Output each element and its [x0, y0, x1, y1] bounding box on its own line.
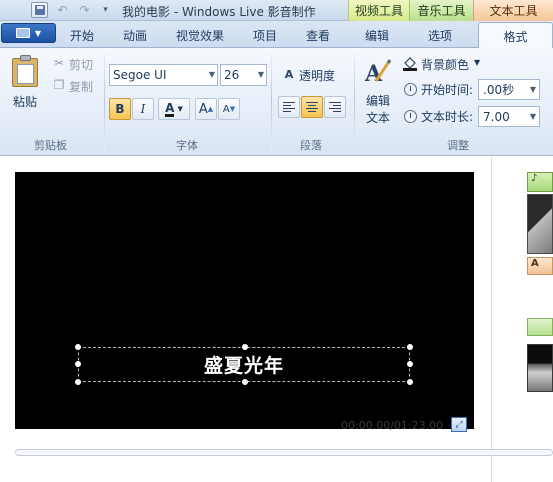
transparency-icon: A: [284, 67, 294, 81]
align-center-button[interactable]: [301, 96, 323, 118]
menu-icon: [15, 28, 30, 38]
customize-toolbar-icon[interactable]: ▾: [97, 2, 114, 18]
resize-handle[interactable]: [75, 379, 81, 385]
background-color-button[interactable]: 背景颜色: [421, 56, 469, 73]
video-preview[interactable]: 盛夏光年: [15, 172, 474, 429]
copy-button[interactable]: 复制: [69, 78, 93, 95]
duration-clock-icon: [404, 110, 417, 123]
resize-handle[interactable]: [407, 379, 413, 385]
cut-button[interactable]: 剪切: [69, 56, 93, 73]
edit-text-label-line1[interactable]: 编辑: [366, 92, 390, 109]
tab-view[interactable]: 查看: [306, 27, 330, 44]
context-tab-text-tools[interactable]: 文本工具: [473, 0, 553, 21]
application-menu-button[interactable]: ▼: [1, 23, 56, 43]
tab-options[interactable]: 选项: [428, 27, 452, 44]
resize-handle[interactable]: [75, 344, 81, 350]
group-divider: [271, 54, 272, 150]
edit-text-label-line2[interactable]: 文本: [366, 109, 390, 126]
fullscreen-preview-icon[interactable]: ⤢: [451, 417, 467, 432]
resize-handle[interactable]: [407, 344, 413, 350]
start-time-value: .00秒: [483, 83, 515, 97]
ribbon-panel: 粘贴 ✂ 剪切 ❐ 复制 剪贴板 Segoe UI ▼ 26 ▼ B I A ▼…: [0, 48, 553, 156]
storyboard-clip-thumbnail-2[interactable]: [527, 344, 553, 392]
chevron-down-icon: ▼: [208, 70, 215, 79]
grow-font-icon: A: [198, 101, 208, 117]
paste-button-label[interactable]: 粘贴: [13, 93, 37, 110]
caption-text-box[interactable]: 盛夏光年: [78, 347, 410, 382]
font-size-value: 26: [224, 68, 240, 82]
tab-project[interactable]: 项目: [253, 27, 277, 44]
chevron-down-icon: ▼: [34, 28, 42, 38]
horizontal-scrollbar[interactable]: [15, 449, 553, 456]
edit-text-icon[interactable]: A: [364, 57, 392, 85]
paint-bucket-icon: [403, 57, 417, 71]
tab-home[interactable]: 开始: [70, 27, 94, 44]
chevron-down-icon: ▼: [529, 112, 536, 121]
start-time-input[interactable]: .00秒 ▼: [478, 79, 540, 100]
group-divider: [104, 54, 105, 150]
save-icon[interactable]: [31, 2, 48, 18]
group-divider: [354, 54, 355, 150]
chevron-down-icon: ▼: [257, 70, 264, 79]
tab-format[interactable]: 格式: [478, 22, 553, 49]
transparency-button[interactable]: 透明度: [299, 67, 335, 84]
shrink-font-button[interactable]: A ▼: [218, 98, 240, 120]
align-right-button[interactable]: [324, 96, 346, 118]
window-title: 我的电影 - Windows Live 影音制作: [122, 5, 316, 19]
text-duration-label: 文本时长:: [421, 110, 474, 124]
context-tab-music-tools[interactable]: 音乐工具: [409, 0, 473, 21]
redo-icon[interactable]: ↷: [76, 2, 93, 18]
italic-button[interactable]: I: [132, 98, 154, 120]
title-bar: ↶ ↷ ▾ 我的电影 - Windows Live 影音制作 视频工具 音乐工具…: [0, 0, 553, 21]
resize-handle[interactable]: [75, 361, 81, 367]
scissors-icon: ✂: [53, 56, 65, 70]
font-size-select[interactable]: 26 ▼: [220, 64, 267, 86]
group-label-paragraph: 段落: [300, 139, 322, 152]
ribbon-tab-row: ▼ 开始 动画 视觉效果 项目 查看 编辑 选项 格式: [0, 21, 553, 49]
music-track-tag-2[interactable]: [527, 318, 553, 336]
copy-icon: ❐: [53, 78, 65, 92]
font-color-icon: A: [165, 100, 175, 117]
text-overlay-tag[interactable]: A: [527, 257, 553, 275]
align-left-button[interactable]: [278, 96, 300, 118]
playback-timecode: 00:00.00/01:23.00: [341, 419, 444, 432]
tab-edit[interactable]: 编辑: [365, 27, 389, 44]
music-track-tag[interactable]: ♪: [527, 172, 553, 192]
font-color-button[interactable]: A ▼: [158, 98, 190, 120]
main-workspace: 盛夏光年 00:00.00/01:23.00 ⤢ ♪ A: [0, 157, 553, 482]
font-family-select[interactable]: Segoe UI ▼: [109, 64, 218, 86]
font-family-value: Segoe UI: [113, 68, 167, 82]
caption-text[interactable]: 盛夏光年: [204, 351, 284, 378]
bold-button[interactable]: B: [109, 98, 131, 120]
chevron-down-icon: ▼: [177, 105, 183, 113]
undo-icon[interactable]: ↶: [54, 2, 71, 18]
text-duration-select[interactable]: 7.00 ▼: [478, 106, 540, 127]
tab-visual-effects[interactable]: 视觉效果: [176, 27, 224, 44]
group-label-clipboard: 剪贴板: [34, 139, 67, 152]
shrink-font-icon: A: [222, 103, 230, 115]
context-tab-video-tools[interactable]: 视频工具: [348, 0, 409, 21]
resize-handle[interactable]: [407, 361, 413, 367]
clock-icon: [404, 83, 417, 96]
chevron-down-icon: ▼: [529, 85, 536, 94]
storyboard-clip-thumbnail[interactable]: [527, 194, 553, 254]
start-time-label: 开始时间:: [421, 83, 474, 97]
grow-font-button[interactable]: A ▲: [195, 98, 217, 120]
pane-divider[interactable]: [491, 157, 492, 482]
group-label-adjust: 调整: [447, 139, 469, 152]
chevron-down-icon[interactable]: ▼: [474, 58, 480, 67]
paste-icon[interactable]: [12, 55, 40, 87]
group-label-font: 字体: [176, 139, 198, 152]
text-duration-value: 7.00: [483, 109, 510, 124]
resize-handle[interactable]: [242, 379, 248, 385]
tab-animations[interactable]: 动画: [123, 27, 147, 44]
resize-handle[interactable]: [242, 344, 248, 350]
